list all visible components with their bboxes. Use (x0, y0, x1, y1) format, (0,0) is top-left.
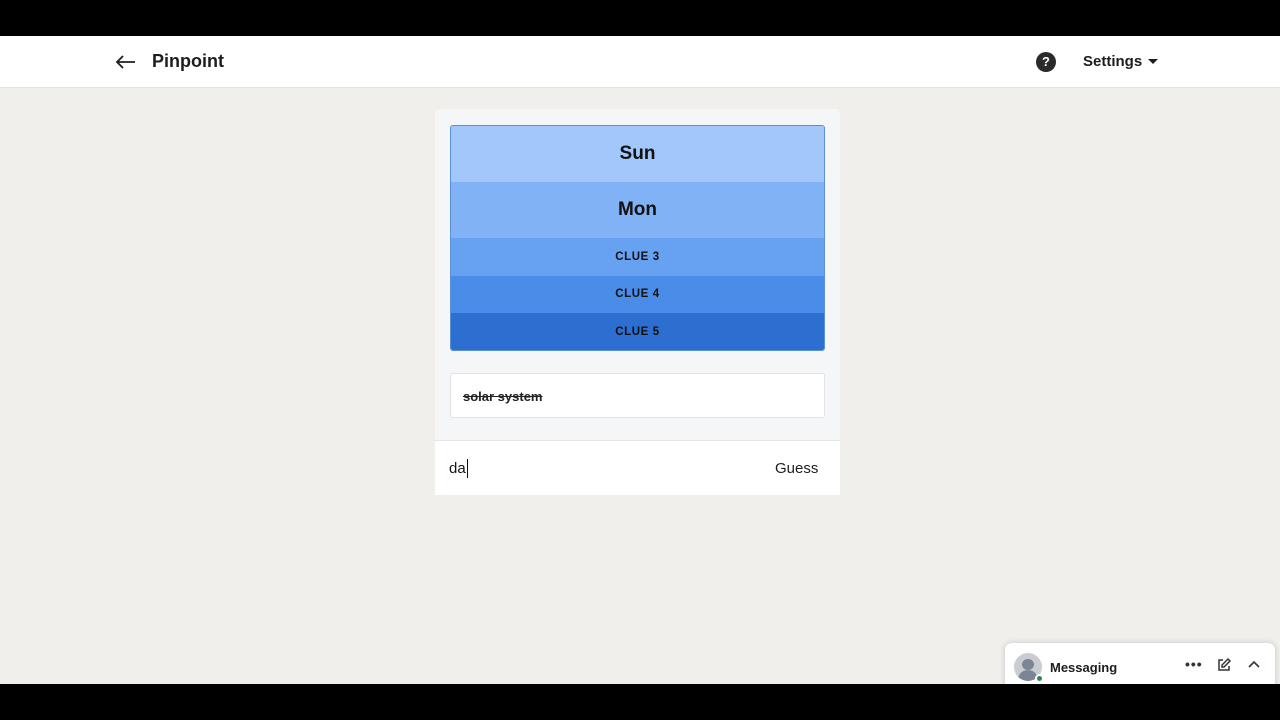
incorrect-guess-item: solar system (450, 373, 825, 418)
avatar-head-shape (1022, 659, 1034, 670)
caret-down-icon (1148, 59, 1159, 64)
back-button[interactable] (112, 48, 140, 76)
clue-1-revealed: Sun (451, 126, 824, 182)
online-status-dot (1035, 674, 1044, 683)
settings-dropdown[interactable]: Settings (1083, 53, 1159, 70)
question-circle-icon: ? (1042, 54, 1050, 69)
messaging-label[interactable]: Messaging (1050, 660, 1117, 675)
clue-4-hidden: CLUE 4 (451, 275, 824, 313)
clue-5-hidden: CLUE 5 (451, 313, 824, 350)
page-title: Pinpoint (152, 51, 224, 71)
arrow-left-icon (115, 55, 135, 69)
letterbox-top (0, 0, 1280, 36)
guess-bar: Guess (435, 440, 840, 495)
clue-2-revealed: Mon (451, 182, 824, 238)
compose-icon[interactable] (1216, 657, 1232, 673)
ellipsis-icon[interactable]: ••• (1185, 656, 1203, 672)
guess-button[interactable]: Guess (775, 460, 818, 477)
chevron-up-icon[interactable] (1246, 657, 1262, 673)
text-cursor (467, 459, 468, 478)
clue-3-hidden: CLUE 3 (451, 238, 824, 276)
letterbox-bottom (0, 684, 1280, 720)
app-viewport: Pinpoint ? Settings Sun Mon CLUE 3 CLUE … (0, 36, 1280, 684)
compose-icon-svg (1218, 657, 1232, 671)
messaging-widget[interactable]: Messaging ••• (1004, 642, 1276, 684)
chevron-up-icon-svg (1248, 660, 1260, 668)
game-card: Sun Mon CLUE 3 CLUE 4 CLUE 5 solar syste… (435, 109, 840, 495)
guess-input[interactable] (449, 456, 749, 480)
help-button[interactable]: ? (1036, 52, 1056, 72)
clue-stack: Sun Mon CLUE 3 CLUE 4 CLUE 5 (450, 125, 825, 351)
settings-label: Settings (1083, 53, 1143, 70)
top-navigation-bar: Pinpoint ? Settings (0, 36, 1280, 88)
